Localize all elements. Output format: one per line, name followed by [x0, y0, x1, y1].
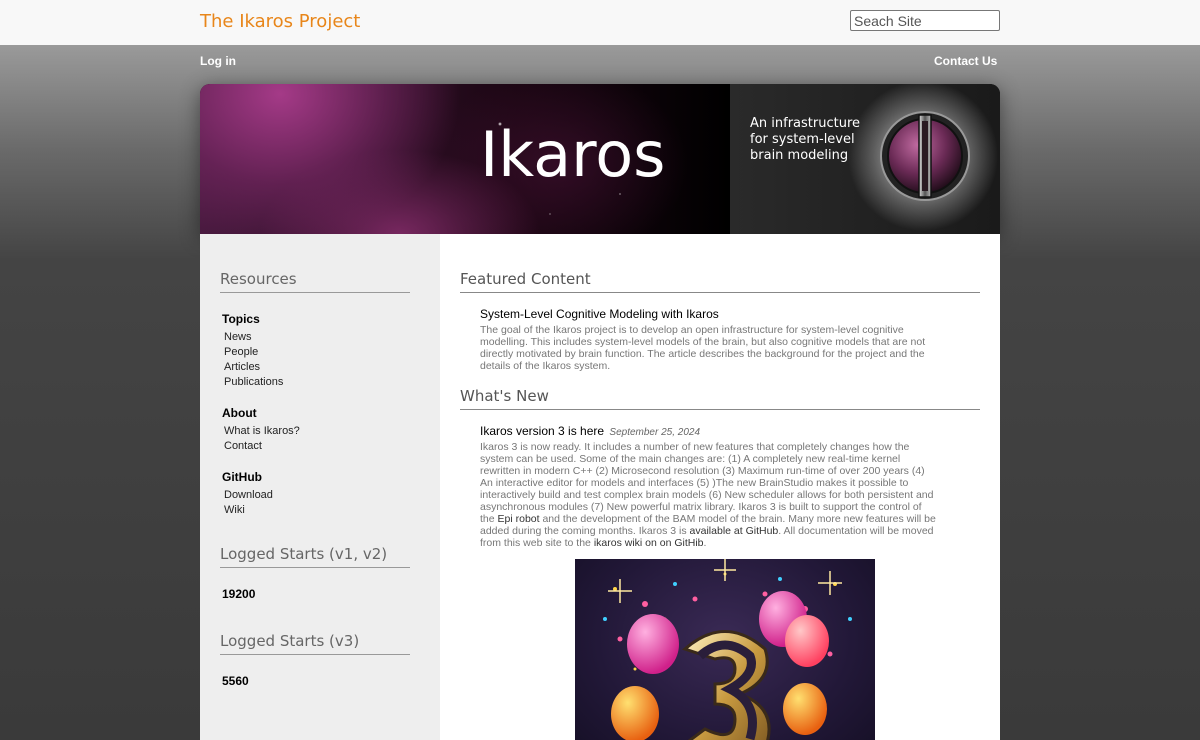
banner-logo-panel: An infrastructure for system-level brain… — [730, 84, 1000, 234]
banner-title: Ikaros — [480, 118, 666, 191]
sidebar-link-publications[interactable]: Publications — [224, 376, 283, 388]
sidebar-link-news[interactable]: News — [224, 331, 252, 343]
about-title: About — [222, 406, 257, 420]
logged-starts-v1v2-heading: Logged Starts (v1, v2) — [220, 545, 410, 568]
news-line: the Epi robot and the development of the… — [480, 513, 960, 525]
contact-us-link[interactable]: Contact Us — [934, 54, 997, 68]
topics-title: Topics — [222, 312, 260, 326]
logged-starts-v1v2-value: 19200 — [222, 587, 256, 601]
news-text: . — [703, 537, 707, 549]
news-line: An interactive editor for models and int… — [480, 477, 909, 489]
summary-line: modelling. This includes system-level mo… — [480, 336, 926, 348]
logged-starts-v3-value: 5560 — [222, 674, 249, 688]
news-line: added during the coming months. Ikaros 3… — [480, 525, 960, 537]
epi-robot-link[interactable]: Epi robot — [498, 513, 540, 525]
news-text: added during the coming months. Ikaros 3… — [480, 525, 690, 537]
summary-line: The goal of the Ikaros project is to dev… — [480, 324, 904, 336]
resources-heading: Resources — [220, 270, 410, 293]
login-link[interactable]: Log in — [200, 54, 236, 68]
news-line: Ikaros 3 is now ready. It includes a num… — [480, 441, 910, 453]
sidebar-link-contact[interactable]: Contact — [224, 440, 262, 452]
top-bar: The Ikaros Project — [0, 0, 1200, 45]
sidebar-link-people[interactable]: People — [224, 346, 258, 358]
news-text: . All documentation will be moved — [778, 525, 934, 537]
news-item-title: Ikaros version 3 is here September 25, 2… — [480, 424, 700, 438]
news-text: and the development of the BAM model of … — [539, 513, 936, 525]
summary-line: details of the Ikaros system. — [480, 360, 611, 372]
sidebar-link-what-is-ikaros[interactable]: What is Ikaros? — [224, 425, 300, 437]
news-line: interactively build and test complex bra… — [480, 489, 934, 501]
featured-content-heading: Featured Content — [460, 270, 980, 293]
github-title: GitHub — [222, 470, 262, 484]
news-line: asynchronous modules (7) New powerful ma… — [480, 501, 922, 513]
featured-article-link[interactable]: System-Level Cognitive Modeling with Ika… — [480, 307, 719, 321]
celebration-graphic — [603, 559, 852, 740]
news-text: the — [480, 513, 498, 525]
ikaros-wiki-link[interactable]: ikaros wiki on on GitHib — [594, 537, 704, 549]
ikaros-logo-icon — [880, 111, 970, 201]
featured-article-summary: The goal of the Ikaros project is to dev… — [480, 324, 960, 372]
sidebar-link-wiki[interactable]: Wiki — [224, 504, 245, 516]
search-input[interactable] — [850, 10, 1000, 31]
logged-starts-v3-heading: Logged Starts (v3) — [220, 632, 410, 655]
sidebar-link-download[interactable]: Download — [224, 489, 273, 501]
sidebar-link-articles[interactable]: Articles — [224, 361, 260, 373]
summary-line: directly motivated by brain function. Th… — [480, 348, 925, 360]
news-line: system can be used. Some of the main cha… — [480, 453, 901, 465]
whats-new-heading: What's New — [460, 387, 980, 410]
sidebar: Resources Topics News People Articles Pu… — [200, 234, 440, 740]
news-line: from this web site to the ikaros wiki on… — [480, 537, 960, 549]
news-line: rewritten in modern C++ (2) Microsecond … — [480, 465, 925, 477]
github-link[interactable]: available at GitHub — [690, 525, 779, 537]
main-content: Featured Content System-Level Cognitive … — [440, 234, 1000, 740]
news-text: from this web site to the — [480, 537, 594, 549]
news-title-text[interactable]: Ikaros version 3 is here — [480, 424, 604, 438]
version-3-celebration-image — [575, 559, 875, 740]
banner: Ikaros An infrastructure for system-leve… — [200, 84, 1000, 234]
news-item-body: Ikaros 3 is now ready. It includes a num… — [480, 441, 960, 549]
site-title-link[interactable]: The Ikaros Project — [200, 11, 360, 32]
news-date: September 25, 2024 — [609, 427, 701, 438]
